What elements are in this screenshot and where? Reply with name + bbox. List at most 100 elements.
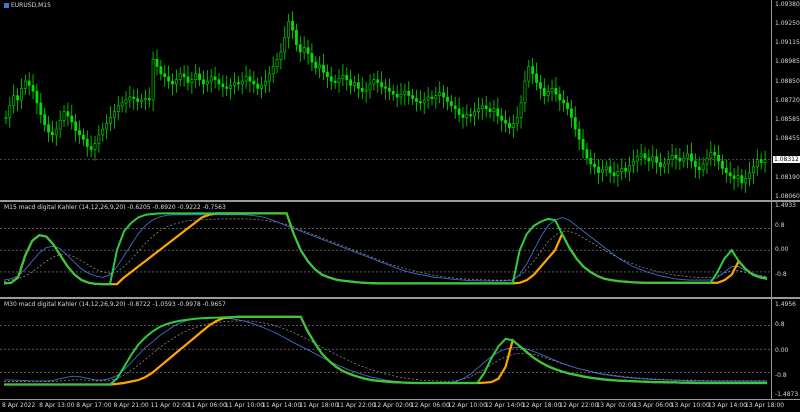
candle-body xyxy=(143,98,147,101)
indicator-axis-m30[interactable]: 1.4956 0.8 0.00 -0.8 -1.4873 xyxy=(771,299,800,399)
candle-body xyxy=(573,117,577,130)
indicator-plot-m30[interactable]: M30 macd digital Kahler (14,12,26,9,20) … xyxy=(0,299,771,399)
candle xyxy=(198,67,201,87)
indicator-tick: 0.00 xyxy=(775,347,789,354)
candle-body xyxy=(140,99,143,102)
candle-body xyxy=(12,95,16,107)
candle xyxy=(380,71,384,95)
candle xyxy=(639,143,643,166)
time-tick: 13 Apr 10:00 xyxy=(670,402,710,409)
candle xyxy=(8,96,12,128)
candle xyxy=(511,114,515,138)
candle xyxy=(132,89,136,110)
candle xyxy=(717,145,720,170)
candle-body xyxy=(23,80,27,89)
candle-body xyxy=(446,96,449,102)
candle xyxy=(275,52,279,74)
candle xyxy=(647,149,651,172)
candle xyxy=(136,88,140,111)
candle xyxy=(453,96,457,119)
candle-body xyxy=(298,44,302,53)
candle-body xyxy=(411,95,415,99)
candle-body xyxy=(233,82,236,86)
candle-body xyxy=(376,79,380,83)
time-tick: 12 Apr 06:00 xyxy=(410,402,450,409)
candle xyxy=(174,69,178,93)
candle-body xyxy=(477,108,480,112)
candle-body xyxy=(147,98,151,101)
price-tick: 1.08060 xyxy=(775,193,800,200)
candle-body xyxy=(570,108,573,118)
candle xyxy=(202,70,205,95)
candle xyxy=(295,23,298,52)
candle xyxy=(686,144,690,169)
candle-body xyxy=(78,130,81,136)
indicator-axis-m15[interactable]: 1.4933 0.8 0.00 -0.8 xyxy=(771,202,800,297)
candle xyxy=(701,157,705,177)
candle xyxy=(705,149,709,175)
candle xyxy=(12,84,16,114)
candle xyxy=(116,95,120,121)
candle xyxy=(252,71,256,93)
candle xyxy=(341,64,345,86)
candle xyxy=(105,114,109,140)
candle xyxy=(62,105,66,127)
candle xyxy=(78,120,81,144)
candle-body xyxy=(693,160,697,168)
time-axis[interactable]: 8 Apr 2022 8 Apr 13:00 8 Apr 17:00 8 Apr 21… xyxy=(0,399,800,412)
candle-body xyxy=(597,166,600,174)
candle xyxy=(395,85,399,108)
candle xyxy=(682,151,686,168)
candle xyxy=(542,78,546,105)
candle-body xyxy=(345,74,349,80)
candle xyxy=(85,130,89,157)
candle xyxy=(628,156,631,182)
candle xyxy=(326,64,329,88)
time-tick: 12 Apr 14:00 xyxy=(484,402,525,409)
candle xyxy=(608,158,612,183)
candle-body xyxy=(264,80,267,86)
candle-body xyxy=(167,76,171,82)
candle-body xyxy=(666,159,670,165)
indicator-pane-m30[interactable]: M30 macd digital Kahler (14,12,26,9,20) … xyxy=(0,299,800,399)
price-chart-pane[interactable]: EURUSD,M15 1.09380 1.09250 1.09115 1.089… xyxy=(0,0,800,200)
candle-body xyxy=(585,149,589,159)
candle xyxy=(523,71,527,112)
candle-body xyxy=(612,172,616,176)
price-axis[interactable]: 1.09380 1.09250 1.09115 1.08985 1.08850 … xyxy=(771,0,800,200)
candle xyxy=(430,90,434,106)
candle xyxy=(442,85,445,109)
candle-body xyxy=(422,99,426,104)
candle-body xyxy=(496,108,500,117)
candle-body xyxy=(159,66,163,75)
candle xyxy=(163,64,167,87)
candle-body xyxy=(515,117,519,124)
candle xyxy=(178,67,182,87)
indicator-label-m15: M15 macd digital Kahler (14,12,26,9,20) … xyxy=(4,204,226,211)
candle-body xyxy=(732,175,736,179)
indicator-pane-m15[interactable]: M15 macd digital Kahler (14,12,26,9,20) … xyxy=(0,202,800,297)
candlestick-chart[interactable] xyxy=(0,0,771,200)
candle-body xyxy=(356,82,360,89)
price-tick: 1.08190 xyxy=(775,174,800,181)
candle-body xyxy=(748,172,751,179)
price-plot-area[interactable]: EURUSD,M15 xyxy=(0,0,771,200)
candle xyxy=(620,158,624,181)
time-tick: 8 Apr 21:00 xyxy=(113,402,149,409)
candle xyxy=(120,96,124,113)
candle xyxy=(310,43,314,72)
candle-body xyxy=(295,29,298,46)
candle xyxy=(748,161,751,187)
candle-body xyxy=(221,83,225,88)
candle xyxy=(47,115,50,143)
candle-body xyxy=(558,93,562,101)
candle-body xyxy=(473,111,476,117)
candle-body xyxy=(322,64,325,73)
candle-body xyxy=(763,159,767,163)
candle-body xyxy=(85,138,89,147)
candle-body xyxy=(62,111,66,121)
candle-body xyxy=(523,80,527,104)
indicator-plot-m15[interactable]: M15 macd digital Kahler (14,12,26,9,20) … xyxy=(0,202,771,297)
candle xyxy=(616,163,620,187)
candle-body xyxy=(527,66,531,82)
